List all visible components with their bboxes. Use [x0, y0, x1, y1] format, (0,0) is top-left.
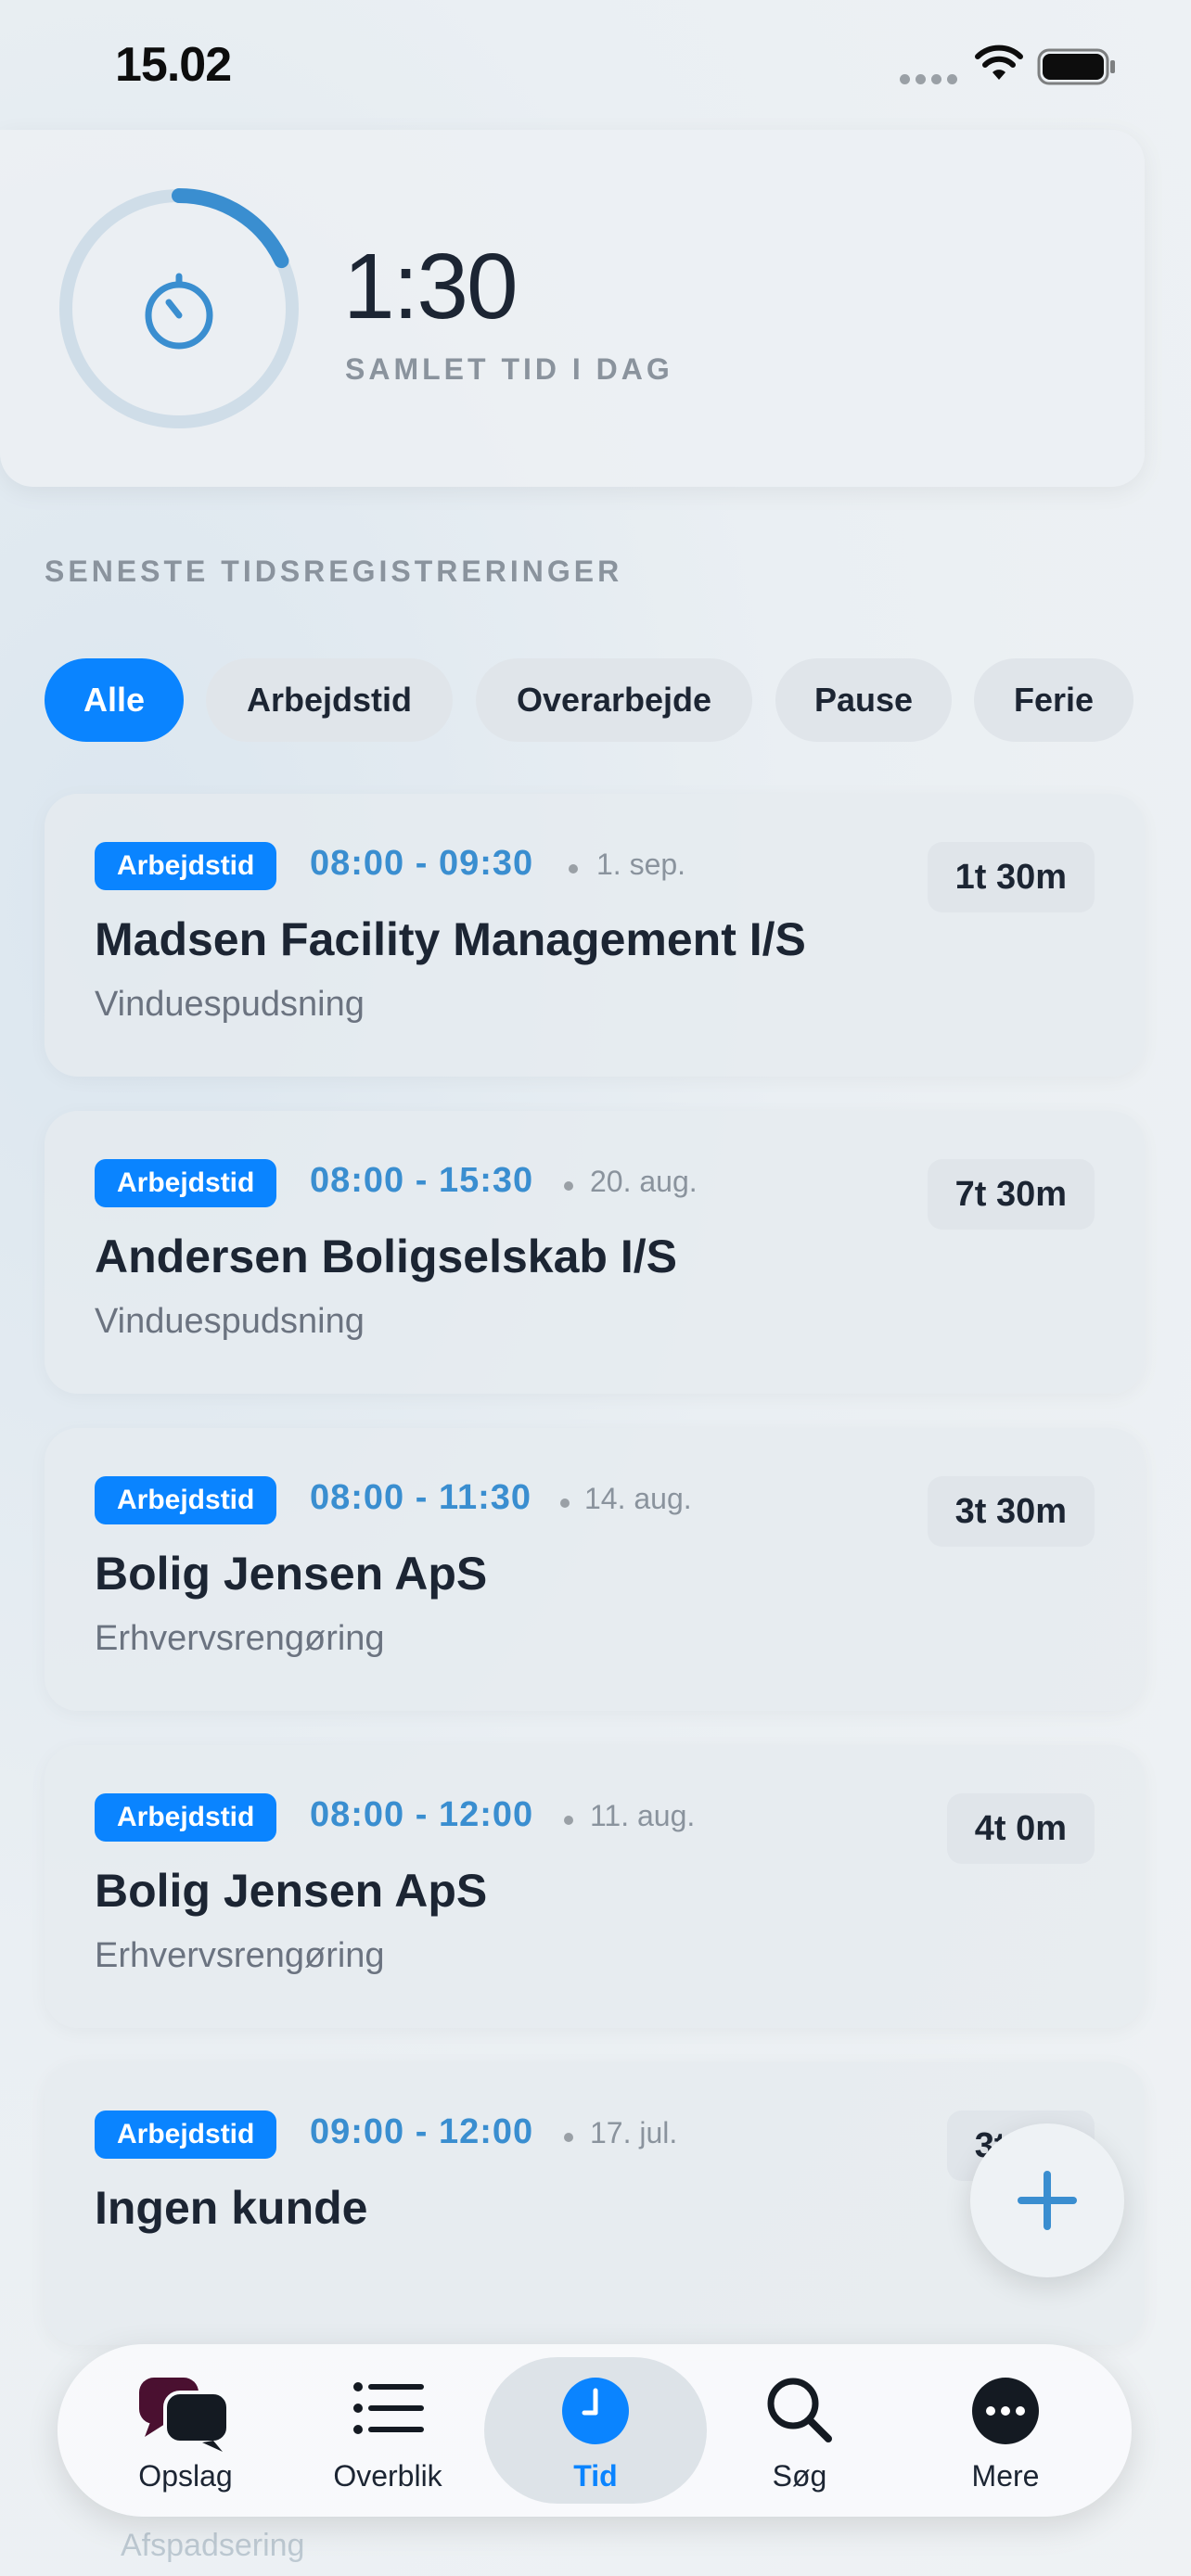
entry-date: 17. jul. — [590, 2116, 678, 2149]
search-icon — [767, 2378, 832, 2442]
cellular-signal-icon — [900, 74, 957, 84]
tab-opslag[interactable]: Opslag — [83, 2344, 288, 2517]
filter-chip-pause[interactable]: Pause — [775, 658, 952, 742]
entry-type-badge: Arbejdstid — [95, 1793, 277, 1842]
status-time: 15.02 — [115, 38, 232, 92]
clock-icon — [562, 2378, 629, 2444]
stopwatch-icon — [145, 273, 213, 350]
plus-icon — [1018, 2171, 1077, 2230]
filter-chip-ferie[interactable]: Ferie — [974, 658, 1133, 742]
entry-type-badge: Arbejdstid — [95, 2111, 277, 2159]
entry-customer: Ingen kunde — [95, 2182, 368, 2234]
more-icon — [972, 2378, 1039, 2444]
chat-bubbles-icon — [139, 2378, 230, 2452]
tab-overblik[interactable]: Overblik — [286, 2344, 490, 2517]
entry-task: Vinduespudsning — [95, 985, 365, 1024]
entry-task: Erhvervsrengøring — [95, 1936, 385, 1975]
entry-time-range: 08:00 - 11:30 — [310, 1478, 532, 1517]
time-progress-ring — [58, 188, 300, 429]
entry-customer: Bolig Jensen ApS — [95, 1548, 488, 1600]
entry-duration: 1t 30m — [927, 842, 1095, 912]
time-entry-card[interactable]: Arbejdstid 08:00 - 15:30 20. aug. 7t 30m… — [45, 1111, 1145, 1394]
entry-duration: 3t 30m — [927, 1476, 1095, 1547]
entry-date: 1. sep. — [596, 848, 686, 881]
total-time-label: SAMLET TID I DAG — [345, 352, 673, 386]
total-time-value: 1:30 — [343, 235, 519, 338]
separator-dot — [569, 864, 578, 874]
tab-label: Opslag — [138, 2459, 233, 2493]
wifi-icon — [975, 45, 1023, 80]
entry-time-range: 09:00 - 12:00 — [310, 2112, 534, 2151]
tab-mere[interactable]: Mere — [903, 2344, 1108, 2517]
entry-type-badge: Arbejdstid — [95, 1476, 277, 1524]
entry-type-badge: Arbejdstid — [95, 1159, 277, 1207]
tab-label: Søg — [772, 2459, 827, 2493]
entry-customer: Madsen Facility Management I/S — [95, 913, 806, 965]
tab-label: Overblik — [333, 2459, 442, 2493]
entry-type-badge: Arbejdstid — [95, 842, 277, 890]
separator-dot — [564, 1181, 573, 1191]
tab-soeg[interactable]: Søg — [698, 2344, 902, 2517]
entry-date: 20. aug. — [590, 1165, 698, 1198]
section-title: SENESTE TIDSREGISTRERINGER — [45, 555, 623, 588]
filter-chip-arbejdstid[interactable]: Arbejdstid — [206, 658, 453, 742]
separator-dot — [564, 1816, 573, 1825]
entry-date: 11. aug. — [590, 1799, 696, 1832]
tab-label: Mere — [971, 2459, 1040, 2493]
separator-dot — [564, 2133, 573, 2142]
entry-customer: Andersen Boligselskab I/S — [95, 1231, 677, 1282]
filter-chip-alle[interactable]: Alle — [45, 658, 184, 742]
status-bar: 15.02 — [0, 0, 1191, 139]
entry-duration: 4t 0m — [946, 1793, 1095, 1864]
total-time-card: 1:30 SAMLET TID I DAG — [0, 130, 1145, 487]
add-entry-button[interactable] — [970, 2123, 1124, 2277]
time-entry-card[interactable]: Arbejdstid 08:00 - 11:30 14. aug. 3t 30m… — [45, 1428, 1145, 1711]
list-icon — [353, 2382, 424, 2434]
tab-tid[interactable]: Tid — [484, 2344, 707, 2517]
entry-time-range: 08:00 - 15:30 — [310, 1161, 534, 1200]
time-entry-card[interactable]: Arbejdstid 08:00 - 09:30 1. sep. 1t 30m … — [45, 794, 1145, 1077]
entry-task: Vinduespudsning — [95, 1302, 365, 1341]
entry-time-range: 08:00 - 12:00 — [310, 1795, 534, 1834]
battery-icon — [1037, 48, 1115, 85]
tab-bar: Opslag Overblik Tid Søg Mere — [58, 2344, 1132, 2517]
time-entry-card[interactable]: Arbejdstid 08:00 - 12:00 11. aug. 4t 0m … — [45, 1745, 1145, 2028]
tab-label: Tid — [573, 2459, 618, 2493]
entry-date: 14. aug. — [584, 1482, 692, 1515]
entry-customer: Bolig Jensen ApS — [95, 1865, 488, 1917]
separator-dot — [560, 1498, 570, 1508]
scrolled-content-ghost: Afspadsering — [121, 2528, 305, 2563]
filter-chip-overarbejde[interactable]: Overarbejde — [476, 658, 752, 742]
entry-duration: 7t 30m — [927, 1159, 1095, 1230]
entry-task: Erhvervsrengøring — [95, 1619, 385, 1658]
entry-time-range: 08:00 - 09:30 — [310, 844, 534, 883]
